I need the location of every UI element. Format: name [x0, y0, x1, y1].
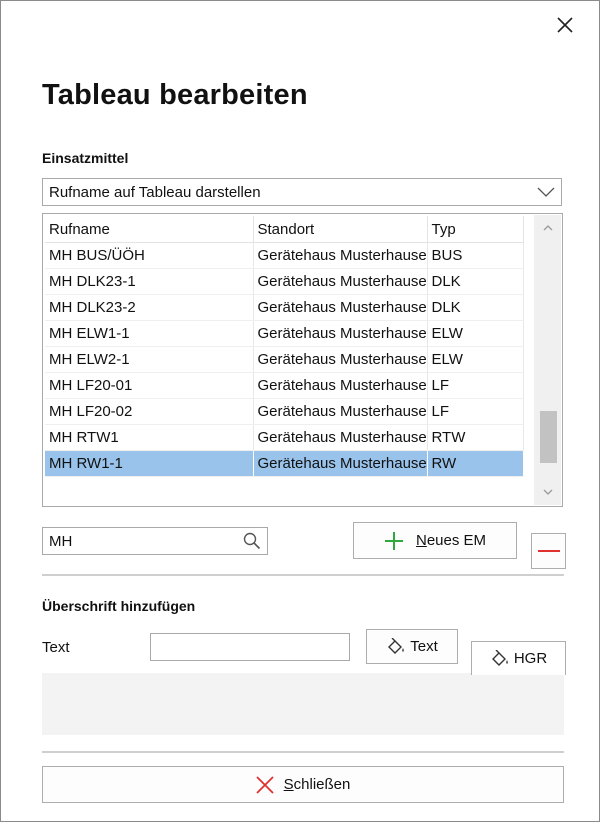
cell-typ: LF	[427, 398, 524, 425]
cell-rufname: MH RTW1	[45, 424, 254, 451]
table-scrollbar[interactable]	[534, 215, 561, 505]
page-title: Tableau bearbeiten	[42, 79, 308, 111]
display-mode-value: Rufname auf Tableau darstellen	[49, 183, 261, 201]
cell-typ: RW	[427, 450, 524, 477]
divider	[42, 751, 564, 753]
cell-standort: Gerätehaus Musterhausen	[253, 424, 428, 451]
display-mode-select[interactable]: Rufname auf Tableau darstellen	[42, 178, 562, 206]
cell-typ: RTW	[427, 424, 524, 451]
table-row[interactable]: MH DLK23-2 Gerätehaus Musterhausen DLK	[45, 294, 524, 321]
table-row[interactable]: MH RW1-1 Gerätehaus Musterhausen RW	[45, 450, 524, 477]
background-color-button[interactable]: HGR	[471, 641, 566, 675]
table-row[interactable]: MH LF20-02 Gerätehaus Musterhausen LF	[45, 398, 524, 425]
cell-typ: DLK	[427, 294, 524, 321]
close-icon[interactable]	[549, 9, 581, 41]
table-row[interactable]: MH DLK23-1 Gerätehaus Musterhausen DLK	[45, 268, 524, 295]
table-row[interactable]: MH ELW1-1 Gerätehaus Musterhausen ELW	[45, 320, 524, 347]
new-em-label: Neues EM	[415, 532, 487, 549]
cell-rufname: MH RW1-1	[45, 450, 254, 477]
cell-rufname: MH LF20-01	[45, 372, 254, 399]
cell-rufname: MH DLK23-2	[45, 294, 254, 321]
scroll-down-icon[interactable]	[534, 481, 561, 503]
cell-rufname: MH ELW1-1	[45, 320, 254, 347]
table-row[interactable]: MH LF20-01 Gerätehaus Musterhausen LF	[45, 372, 524, 399]
plus-icon	[384, 531, 404, 551]
search-input[interactable]: MH	[42, 527, 268, 555]
column-header-rufname[interactable]: Rufname	[45, 216, 254, 243]
cell-standort: Gerätehaus Musterhausen	[253, 346, 428, 373]
cell-rufname: MH BUS/ÜÖH	[45, 242, 254, 269]
cell-rufname: MH DLK23-1	[45, 268, 254, 295]
heading-preview-area	[42, 673, 564, 735]
cell-typ: ELW	[427, 320, 524, 347]
column-header-typ[interactable]: Typ	[427, 216, 524, 243]
cell-standort: Gerätehaus Musterhausen	[253, 398, 428, 425]
scrollbar-thumb[interactable]	[540, 411, 557, 463]
heading-text-input[interactable]	[150, 633, 350, 661]
remove-em-button[interactable]	[531, 533, 566, 569]
minus-icon	[537, 549, 560, 553]
table-row[interactable]: MH RTW1 Gerätehaus Musterhausen RTW	[45, 424, 524, 451]
table-row[interactable]: MH BUS/ÜÖH Gerätehaus Musterhausen BUS	[45, 242, 524, 269]
paint-bucket-icon	[386, 637, 406, 656]
chevron-down-icon	[531, 187, 561, 197]
table-row[interactable]: MH ELW2-1 Gerätehaus Musterhausen ELW	[45, 346, 524, 373]
search-value: MH	[49, 532, 73, 550]
edit-tableau-dialog: Tableau bearbeiten Einsatzmittel Rufname…	[0, 0, 600, 822]
close-button-label: Schließen	[283, 776, 351, 793]
search-icon[interactable]	[237, 532, 267, 550]
scroll-up-icon[interactable]	[534, 217, 561, 239]
cell-rufname: MH ELW2-1	[45, 346, 254, 373]
cell-typ: LF	[427, 372, 524, 399]
cell-typ: DLK	[427, 268, 524, 295]
cell-typ: ELW	[427, 346, 524, 373]
text-field-label: Text	[42, 639, 70, 656]
cell-standort: Gerätehaus Musterhausen	[253, 450, 428, 477]
text-color-button[interactable]: Text	[366, 629, 458, 664]
cell-standort: Gerätehaus Musterhausen	[253, 268, 428, 295]
background-color-label: HGR	[513, 650, 548, 667]
paint-bucket-icon	[490, 649, 510, 668]
cell-standort: Gerätehaus Musterhausen	[253, 372, 428, 399]
close-x-icon	[256, 775, 274, 794]
text-color-label: Text	[410, 638, 438, 655]
column-header-standort[interactable]: Standort	[253, 216, 428, 243]
cell-rufname: MH LF20-02	[45, 398, 254, 425]
cell-standort: Gerätehaus Musterhausen	[253, 242, 428, 269]
cell-standort: Gerätehaus Musterhausen	[253, 294, 428, 321]
section-label-einsatzmittel: Einsatzmittel	[42, 150, 129, 166]
table-header-row: Rufname Standort Typ	[45, 216, 524, 243]
section-label-ueberschrift: Überschrift hinzufügen	[42, 598, 196, 614]
new-em-button[interactable]: Neues EM	[353, 522, 517, 559]
divider	[42, 574, 564, 576]
einsatzmittel-table: Rufname Standort Typ MH BUS/ÜÖH Gerätehau…	[42, 213, 563, 507]
cell-standort: Gerätehaus Musterhausen	[253, 320, 428, 347]
close-button[interactable]: Schließen	[42, 766, 564, 803]
cell-typ: BUS	[427, 242, 524, 269]
